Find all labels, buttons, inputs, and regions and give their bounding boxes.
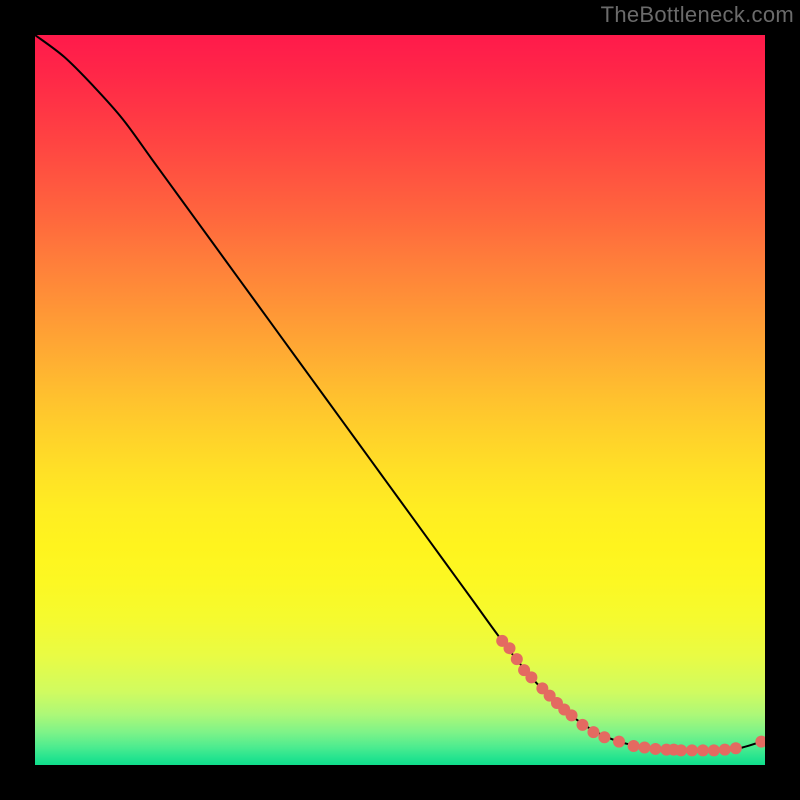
highlight-marker: [566, 709, 578, 721]
chart-container: TheBottleneck.com: [0, 0, 800, 800]
highlight-marker: [686, 744, 698, 756]
highlight-marker: [730, 742, 742, 754]
highlight-marker: [650, 743, 662, 755]
highlight-marker: [525, 671, 537, 683]
highlight-marker: [719, 744, 731, 756]
attribution-text: TheBottleneck.com: [601, 2, 794, 28]
highlight-marker: [613, 736, 625, 748]
highlight-marker: [504, 642, 516, 654]
highlight-marker: [598, 731, 610, 743]
highlight-marker: [577, 719, 589, 731]
chart-background: [35, 35, 765, 765]
highlight-marker: [587, 726, 599, 738]
highlight-marker: [697, 744, 709, 756]
chart-svg: [35, 35, 765, 765]
plot-area: [35, 35, 765, 765]
highlight-marker: [628, 740, 640, 752]
highlight-marker: [511, 653, 523, 665]
highlight-marker: [675, 744, 687, 756]
highlight-marker: [639, 741, 651, 753]
highlight-marker: [708, 744, 720, 756]
